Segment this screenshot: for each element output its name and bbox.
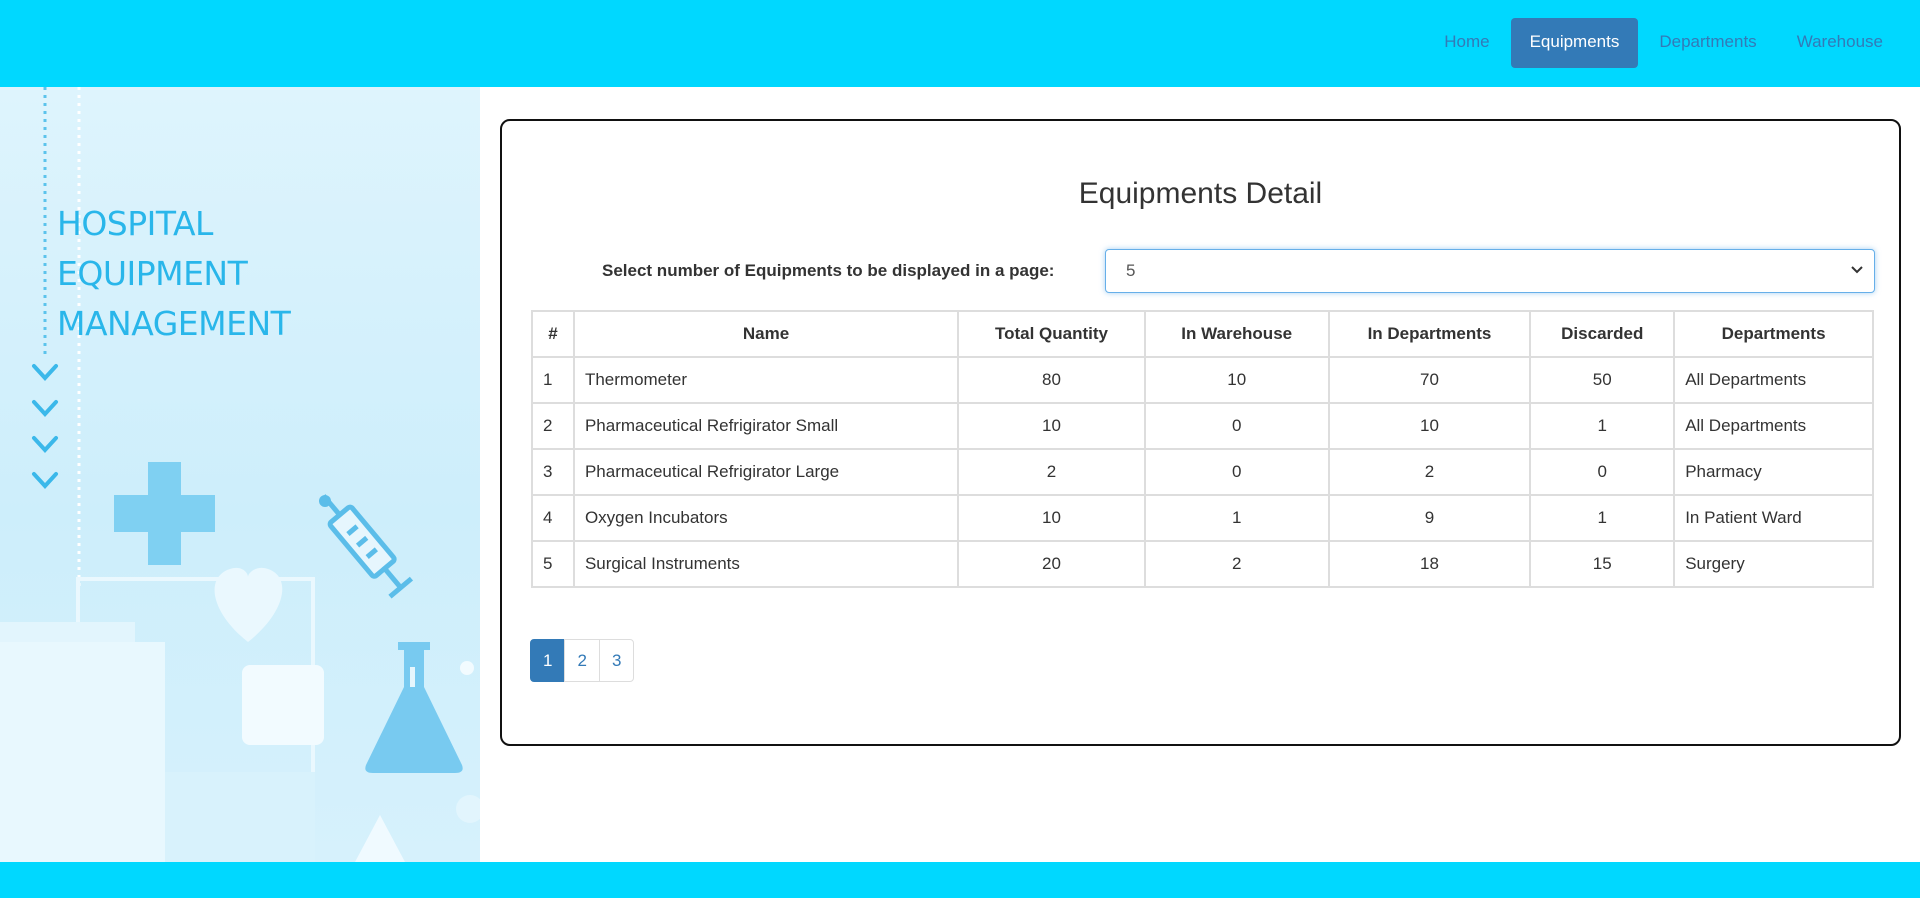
- page-link-2[interactable]: 2: [564, 639, 600, 682]
- col-header-index: #: [531, 310, 575, 358]
- col-header-discarded: Discarded: [1529, 310, 1676, 358]
- cell-name: Oxygen Incubators: [572, 494, 960, 542]
- brand-line-3: MANAGEMENT: [57, 304, 291, 343]
- table-header-row: # Name Total Quantity In Warehouse In De…: [531, 310, 1874, 358]
- cell-name: Pharmaceutical Refrigirator Large: [572, 448, 960, 496]
- cell-name: Pharmaceutical Refrigirator Small: [572, 402, 960, 450]
- col-header-name: Name: [572, 310, 960, 358]
- cell-total-quantity: 10: [957, 494, 1146, 542]
- col-header-total-quantity: Total Quantity: [957, 310, 1146, 358]
- cell-in-warehouse: 0: [1143, 402, 1330, 450]
- nav-home[interactable]: Home: [1425, 18, 1508, 68]
- chevron-down-icon: [32, 364, 58, 489]
- cell-in-departments: 9: [1327, 494, 1532, 542]
- col-header-in-warehouse: In Warehouse: [1143, 310, 1330, 358]
- heart-icon: [214, 567, 283, 642]
- cell-departments: All Departments: [1673, 356, 1874, 404]
- table-row: 3 Pharmaceutical Refrigirator Large 2 0 …: [531, 448, 1874, 496]
- cell-discarded: 0: [1529, 448, 1676, 496]
- cell-index: 2: [531, 402, 575, 450]
- cell-total-quantity: 20: [957, 540, 1146, 588]
- col-header-departments: Departments: [1673, 310, 1874, 358]
- table-row: 1 Thermometer 80 10 70 50 All Department…: [531, 356, 1874, 404]
- cell-in-warehouse: 0: [1143, 448, 1330, 496]
- pagination: 1 2 3: [530, 639, 635, 682]
- equipments-table: # Name Total Quantity In Warehouse In De…: [531, 310, 1874, 588]
- cell-index: 1: [531, 356, 575, 404]
- cell-departments: Surgery: [1673, 540, 1874, 588]
- main-nav: Home Equipments Departments Warehouse: [1423, 18, 1902, 68]
- cell-index: 4: [531, 494, 575, 542]
- app-brand: HOSPITAL EQUIPMENT MANAGEMENT: [57, 199, 291, 349]
- cell-index: 5: [531, 540, 575, 588]
- cell-in-departments: 70: [1327, 356, 1532, 404]
- cell-in-warehouse: 1: [1143, 494, 1330, 542]
- cell-index: 3: [531, 448, 575, 496]
- cell-total-quantity: 2: [957, 448, 1146, 496]
- page-size-value: 5: [1126, 261, 1136, 280]
- cell-departments: In Patient Ward: [1673, 494, 1874, 542]
- nav-warehouse[interactable]: Warehouse: [1778, 18, 1902, 68]
- cell-total-quantity: 80: [957, 356, 1146, 404]
- table-row: 5 Surgical Instruments 20 2 18 15 Surger…: [531, 540, 1874, 588]
- medical-cross-icon: [114, 462, 215, 565]
- cell-departments: All Departments: [1673, 402, 1874, 450]
- page-size-select[interactable]: 5: [1105, 249, 1875, 293]
- cell-discarded: 15: [1529, 540, 1676, 588]
- cell-discarded: 1: [1529, 402, 1676, 450]
- cell-in-departments: 10: [1327, 402, 1532, 450]
- cell-in-departments: 2: [1327, 448, 1532, 496]
- cell-in-warehouse: 10: [1143, 356, 1330, 404]
- page-size-row: Select number of Equipments to be displa…: [532, 249, 1875, 293]
- sidebar-banner: HOSPITAL EQUIPMENT MANAGEMENT: [0, 87, 480, 862]
- top-navbar: Home Equipments Departments Warehouse: [0, 0, 1920, 87]
- nav-equipments[interactable]: Equipments: [1510, 18, 1639, 68]
- chevron-down-icon: [1850, 250, 1864, 292]
- table-row: 2 Pharmaceutical Refrigirator Small 10 0…: [531, 402, 1874, 450]
- brand-line-2: EQUIPMENT: [57, 254, 248, 293]
- page-link-1[interactable]: 1: [530, 639, 566, 682]
- cell-in-departments: 18: [1327, 540, 1532, 588]
- cell-in-warehouse: 2: [1143, 540, 1330, 588]
- page-size-label: Select number of Equipments to be displa…: [602, 261, 1055, 280]
- cell-departments: Pharmacy: [1673, 448, 1874, 496]
- flask-icon: [365, 642, 463, 773]
- nav-departments[interactable]: Departments: [1640, 18, 1775, 68]
- brand-line-1: HOSPITAL: [57, 204, 213, 243]
- equipments-panel: Equipments Detail Select number of Equip…: [500, 119, 1901, 746]
- cell-discarded: 50: [1529, 356, 1676, 404]
- cell-name: Surgical Instruments: [572, 540, 960, 588]
- cell-total-quantity: 10: [957, 402, 1146, 450]
- page-title: Equipments Detail: [1078, 177, 1323, 210]
- table-row: 4 Oxygen Incubators 10 1 9 1 In Patient …: [531, 494, 1874, 542]
- col-header-in-departments: In Departments: [1327, 310, 1532, 358]
- cell-name: Thermometer: [572, 356, 960, 404]
- cell-discarded: 1: [1529, 494, 1676, 542]
- footer-bar: [0, 862, 1920, 898]
- page-link-3[interactable]: 3: [598, 639, 635, 682]
